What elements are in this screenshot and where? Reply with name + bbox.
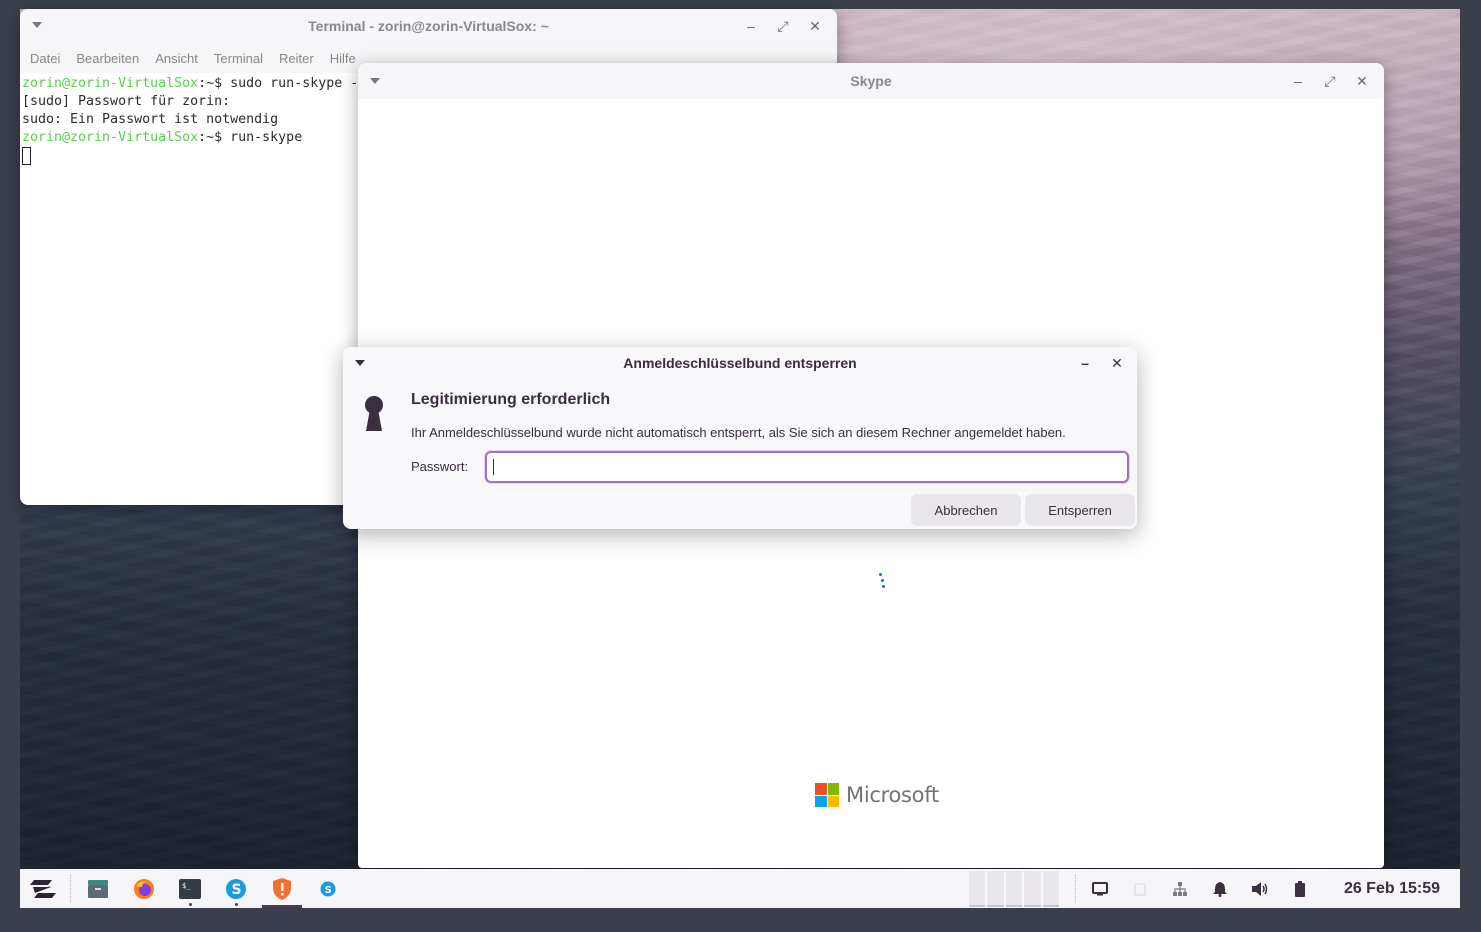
svg-text:$_: $_ <box>182 882 191 890</box>
menu-bearbeiten[interactable]: Bearbeiten <box>76 51 147 66</box>
loading-spinner-icon <box>879 573 885 591</box>
taskbar: $_ S S 26 Feb 15:59 <box>20 869 1460 908</box>
zorin-menu-icon <box>30 879 56 898</box>
inactive-tray-item[interactable] <box>1120 869 1160 908</box>
close-icon[interactable]: ✕ <box>1348 67 1376 95</box>
volume-tray[interactable] <box>1240 869 1280 908</box>
dialog-message: Ihr Anmeldeschlüsselbund wurde nicht aut… <box>411 425 1066 440</box>
dialog-titlebar[interactable]: Anmeldeschlüsselbund entsperren – ✕ <box>343 347 1137 379</box>
software-updater-icon <box>273 877 291 900</box>
display-tray[interactable] <box>1080 869 1120 908</box>
screen-icon <box>1091 881 1108 895</box>
taskbar-files[interactable] <box>75 869 121 908</box>
system-load-graph[interactable] <box>968 870 1059 907</box>
svg-text:S: S <box>232 882 242 898</box>
maximize-icon[interactable]: ⤢ <box>769 12 797 40</box>
bell-icon <box>1212 881 1227 897</box>
password-label: Passwort: <box>411 459 469 474</box>
password-input[interactable] <box>485 451 1129 483</box>
window-menu-icon[interactable] <box>32 22 42 28</box>
battery-icon <box>1294 880 1305 897</box>
maximize-icon[interactable]: ⤢ <box>1316 67 1344 95</box>
dialog-title: Anmeldeschlüsselbund entsperren <box>623 355 857 371</box>
unlock-button[interactable]: Entsperren <box>1025 494 1135 526</box>
network-tray[interactable] <box>1160 869 1200 908</box>
minimize-icon[interactable]: – <box>1071 349 1099 377</box>
svg-text:S: S <box>325 885 332 896</box>
system-tray: 26 Feb 15:59 <box>968 869 1460 908</box>
notifications-tray[interactable] <box>1200 869 1240 908</box>
skype-title: Skype <box>850 73 892 89</box>
keyhole-icon <box>365 396 383 431</box>
skype-tray-icon: S <box>320 881 336 896</box>
minimize-icon[interactable]: – <box>737 12 765 40</box>
taskbar-skype-small[interactable]: S <box>305 869 351 908</box>
keyring-unlock-dialog[interactable]: Anmeldeschlüsselbund entsperren – ✕ Legi… <box>343 347 1137 529</box>
cancel-button[interactable]: Abbrechen <box>911 494 1021 526</box>
text-caret <box>493 459 494 475</box>
microsoft-logo: Microsoft <box>815 783 939 807</box>
minimize-icon[interactable]: – <box>1284 67 1312 95</box>
clipboard-icon <box>1134 882 1146 896</box>
menu-datei[interactable]: Datei <box>30 51 68 66</box>
microsoft-logo-icon <box>815 783 839 807</box>
network-icon <box>1172 881 1187 896</box>
terminal-cursor <box>22 147 31 165</box>
terminal-icon: $_ <box>179 878 201 899</box>
window-menu-icon[interactable] <box>370 78 380 84</box>
menu-reiter[interactable]: Reiter <box>279 51 322 66</box>
firefox-icon <box>134 878 154 899</box>
window-menu-icon[interactable] <box>355 360 365 366</box>
taskbar-firefox[interactable] <box>121 869 167 908</box>
menu-terminal[interactable]: Terminal <box>214 51 271 66</box>
close-icon[interactable]: ✕ <box>801 12 829 40</box>
microsoft-brand-text: Microsoft <box>846 783 939 807</box>
files-icon <box>88 879 108 898</box>
dialog-heading: Legitimierung erforderlich <box>411 391 611 408</box>
skype-icon: S <box>226 878 246 899</box>
terminal-titlebar[interactable]: Terminal - zorin@zorin-VirtualSox: ~ – ⤢… <box>20 9 837 43</box>
zorin-menu-button[interactable] <box>20 869 66 908</box>
taskbar-skype[interactable]: S <box>213 869 259 908</box>
taskbar-software-updater[interactable] <box>259 869 305 908</box>
close-icon[interactable]: ✕ <box>1103 349 1131 377</box>
battery-tray[interactable] <box>1280 869 1320 908</box>
volume-icon <box>1251 881 1268 896</box>
terminal-title: Terminal - zorin@zorin-VirtualSox: ~ <box>308 18 549 34</box>
menu-ansicht[interactable]: Ansicht <box>155 51 206 66</box>
taskbar-terminal[interactable]: $_ <box>167 869 213 908</box>
skype-titlebar[interactable]: Skype – ⤢ ✕ <box>358 63 1384 99</box>
clock[interactable]: 26 Feb 15:59 <box>1320 880 1460 898</box>
